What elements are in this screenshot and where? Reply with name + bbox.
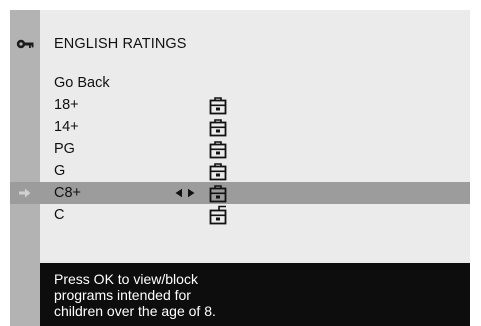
key-icon bbox=[16, 39, 34, 49]
help-panel: Press OK to view/block programs intended… bbox=[40, 263, 470, 326]
menu-item-14-plus[interactable]: 14+ bbox=[10, 116, 470, 138]
menu-item-label: Go Back bbox=[54, 75, 110, 91]
lock-closed-icon bbox=[209, 141, 227, 159]
menu-item-label: PG bbox=[54, 141, 75, 157]
lock-closed-icon bbox=[209, 97, 227, 115]
menu-item-label: C bbox=[54, 207, 65, 223]
help-text: Press OK to view/block programs intended… bbox=[54, 271, 216, 319]
menu-item-g[interactable]: G bbox=[10, 160, 470, 182]
menu-item-label: 18+ bbox=[54, 97, 79, 113]
menu-item-pg[interactable]: PG bbox=[10, 138, 470, 160]
page-title: ENGLISH RATINGS bbox=[54, 36, 187, 52]
ratings-screen: ENGLISH RATINGS Go Back 18+ 14+ PG G C8+… bbox=[10, 10, 470, 326]
menu-item-c8-plus[interactable]: C8+ bbox=[10, 182, 470, 204]
lock-closed-icon bbox=[209, 163, 227, 181]
menu-item-label: C8+ bbox=[54, 185, 82, 201]
header: ENGLISH RATINGS bbox=[10, 32, 470, 58]
lock-closed-icon bbox=[209, 185, 227, 203]
menu-item-label: 14+ bbox=[54, 119, 79, 135]
menu-item-go-back[interactable]: Go Back bbox=[10, 72, 470, 94]
menu-item-18-plus[interactable]: 18+ bbox=[10, 94, 470, 116]
lock-open-icon bbox=[209, 205, 227, 225]
menu-item-c[interactable]: C bbox=[10, 204, 470, 226]
selection-arrow-icon bbox=[19, 188, 31, 198]
left-right-arrows-icon[interactable] bbox=[175, 188, 195, 198]
lock-closed-icon bbox=[209, 119, 227, 137]
menu-item-label: G bbox=[54, 163, 66, 179]
